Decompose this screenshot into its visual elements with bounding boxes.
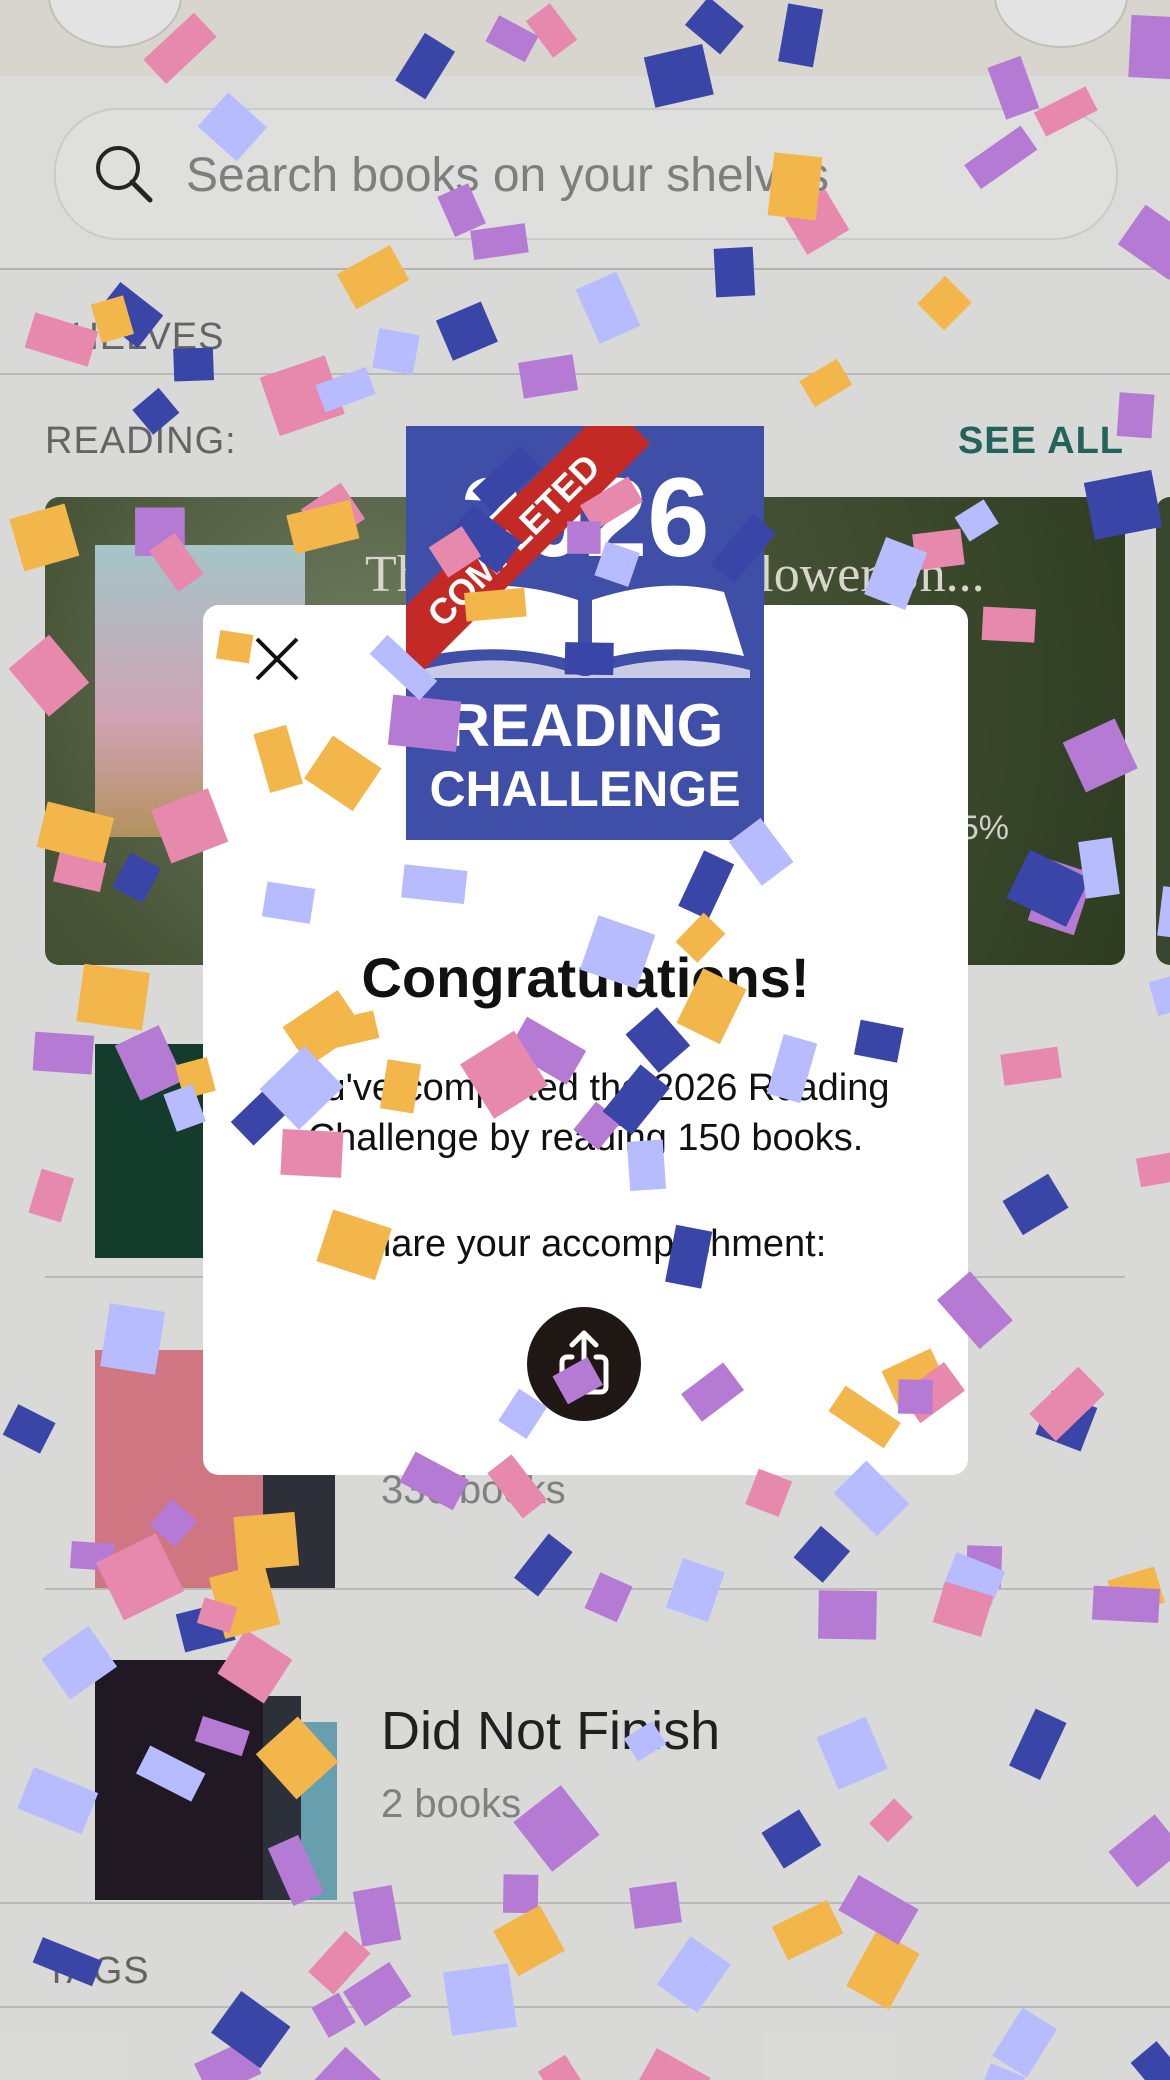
reading-challenge-badge: 2026 READING CHALLENGE COMPLETED — [406, 426, 764, 840]
badge-line2: CHALLENGE — [429, 761, 740, 817]
badge-line1: READING — [447, 692, 724, 759]
dialog-title: Congratulations! — [361, 946, 810, 1009]
share-label: Share your accomplishment: — [344, 1223, 827, 1265]
close-icon — [255, 637, 299, 681]
share-icon — [559, 1330, 609, 1395]
share-button[interactable] — [527, 1307, 641, 1421]
dialog-message: You've completed the 2026 Reading Challe… — [281, 1067, 890, 1159]
close-button[interactable] — [241, 623, 313, 695]
